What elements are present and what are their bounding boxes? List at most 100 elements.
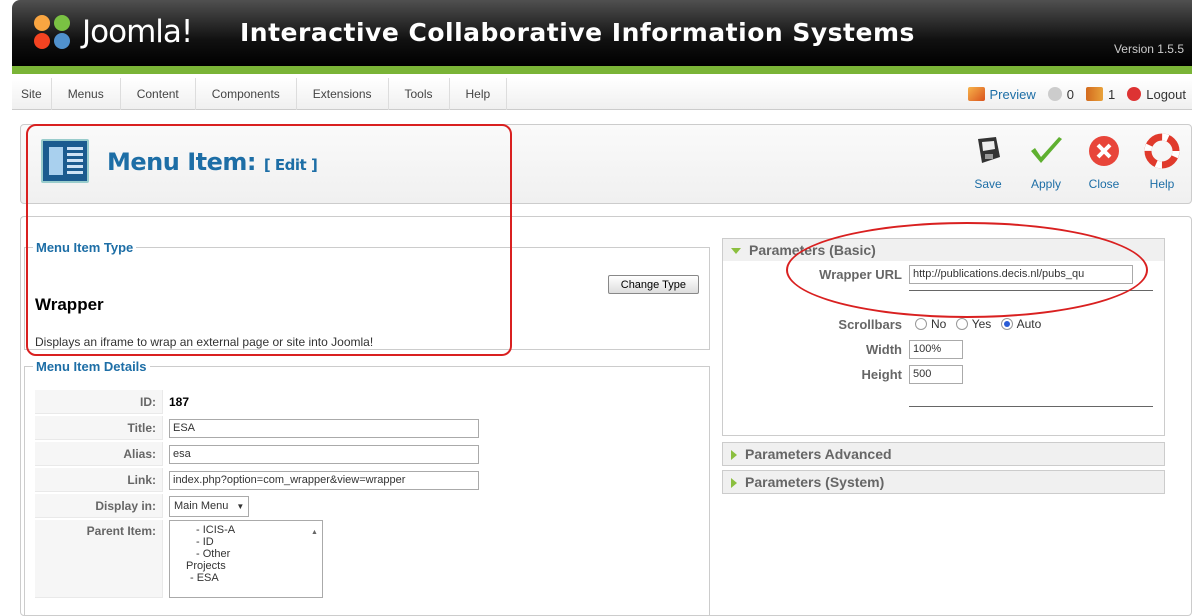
admin-header: Joomla! Interactive Collaborative Inform… xyxy=(12,0,1192,66)
menu-item-type-legend: Menu Item Type xyxy=(36,240,134,255)
menu-item-details-fieldset: Menu Item Details ID: 187 Title: Alias: … xyxy=(24,359,710,616)
id-label: ID: xyxy=(35,390,163,414)
help-button[interactable]: Help xyxy=(1133,133,1191,191)
parameters-basic-title: Parameters (Basic) xyxy=(749,242,876,258)
save-icon xyxy=(970,133,1006,169)
title-input[interactable] xyxy=(169,418,479,438)
logout-link[interactable]: Logout xyxy=(1127,87,1186,102)
scrollbars-row: Scrollbars No Yes Auto xyxy=(724,312,1163,336)
close-icon xyxy=(1086,133,1122,169)
display-in-label: Display in: xyxy=(35,494,163,518)
wrapper-url-label: Wrapper URL xyxy=(819,266,902,282)
site-title: Interactive Collaborative Information Sy… xyxy=(240,18,915,47)
parent-option[interactable]: - Other xyxy=(178,548,314,560)
users-count[interactable]: 1 xyxy=(1086,87,1115,102)
scroll-up-icon[interactable]: ▲ xyxy=(311,527,319,539)
parameters-advanced-panel: Parameters Advanced xyxy=(722,442,1165,466)
scroll-no-label: No xyxy=(931,317,947,331)
parent-item-list[interactable]: - ICIS-A - ID - Other Projects - ESA ▲ xyxy=(169,520,323,598)
menu-components[interactable]: Components xyxy=(196,78,297,110)
parameters-system-panel: Parameters (System) xyxy=(722,470,1165,494)
menu-item-type-fieldset: Menu Item Type Change Type Wrapper Displ… xyxy=(24,240,710,350)
save-button[interactable]: Save xyxy=(959,133,1017,191)
help-label: Help xyxy=(1149,177,1175,191)
collapsed-arrow-icon xyxy=(731,478,737,489)
admin-menubar: Site Menus Content Components Extensions… xyxy=(12,78,1192,110)
scroll-yes-label: Yes xyxy=(971,317,992,331)
preview-label: Preview xyxy=(989,86,1036,102)
link-label: Link: xyxy=(35,468,163,492)
wrapper-url-input[interactable] xyxy=(909,264,1133,284)
parent-option[interactable]: - ICIS-A xyxy=(178,524,314,536)
display-in-select[interactable]: Main Menu ▼ xyxy=(169,495,250,517)
alias-row: Alias: xyxy=(35,442,479,466)
apply-label: Apply xyxy=(1030,177,1062,191)
parent-option[interactable]: Projects xyxy=(178,560,314,572)
parameters-advanced-title: Parameters Advanced xyxy=(745,446,892,462)
message-icon xyxy=(1047,87,1062,101)
parent-option[interactable]: - ESA xyxy=(178,572,314,584)
id-row: ID: 187 xyxy=(35,390,479,414)
height-label: Height xyxy=(861,366,902,382)
scroll-auto-radio[interactable] xyxy=(1000,318,1013,330)
alias-input[interactable] xyxy=(169,444,479,464)
change-type-button[interactable]: Change Type xyxy=(607,275,699,294)
parameters-basic-panel: Parameters (Basic) Wrapper URL Scrollbar… xyxy=(722,238,1165,436)
title-row: Title: xyxy=(35,416,479,440)
save-label: Save xyxy=(974,177,1002,191)
width-input[interactable] xyxy=(909,339,963,359)
close-button[interactable]: Close xyxy=(1075,133,1133,191)
menu-menus[interactable]: Menus xyxy=(52,78,121,110)
display-in-row: Display in: Main Menu ▼ xyxy=(35,494,479,518)
separator-row xyxy=(724,287,1163,311)
page-title: Menu Item: [ Edit ] xyxy=(107,148,318,176)
parameters-system-header[interactable]: Parameters (System) xyxy=(723,471,1164,493)
lifebuoy-icon xyxy=(1144,133,1180,169)
width-row: Width xyxy=(724,337,1163,361)
title-label: Title: xyxy=(35,416,163,440)
menu-item-details-legend: Menu Item Details xyxy=(36,359,147,374)
wrapper-url-row: Wrapper URL xyxy=(724,262,1163,286)
toolbar-buttons: Save Apply Close Help xyxy=(959,133,1191,191)
scroll-yes-radio[interactable] xyxy=(955,318,968,330)
menu-tools[interactable]: Tools xyxy=(389,78,450,110)
users-icon xyxy=(1086,87,1103,101)
toolbar-box: Menu Item: [ Edit ] Save Apply Close Hel… xyxy=(20,124,1192,204)
messages-count[interactable]: 0 xyxy=(1047,86,1074,102)
id-value: 187 xyxy=(169,395,190,409)
menu-content[interactable]: Content xyxy=(121,78,196,110)
scrollbars-label: Scrollbars xyxy=(838,316,902,332)
page-title-action: [ Edit ] xyxy=(263,156,318,174)
divider xyxy=(909,290,1153,291)
joomla-admin-window: Joomla! Interactive Collaborative Inform… xyxy=(0,0,1192,616)
link-row: Link: xyxy=(35,468,479,492)
checkmark-icon xyxy=(1028,133,1064,169)
preview-icon xyxy=(967,87,985,101)
divider xyxy=(909,406,1153,407)
close-label: Close xyxy=(1088,177,1120,191)
joomla-logo-icon xyxy=(32,13,76,51)
page-title-text: Menu Item: xyxy=(107,148,256,176)
menu-item-type-name: Wrapper xyxy=(35,295,104,314)
menu-help[interactable]: Help xyxy=(450,78,508,110)
main-menu: Site Menus Content Components Extensions… xyxy=(12,78,508,110)
parameters-advanced-header[interactable]: Parameters Advanced xyxy=(723,443,1164,465)
scroll-no-radio[interactable] xyxy=(915,318,927,330)
users-value: 1 xyxy=(1108,86,1116,102)
logout-icon xyxy=(1127,87,1142,101)
parent-option[interactable]: - ID xyxy=(178,536,314,548)
messages-value: 0 xyxy=(1066,86,1074,102)
menu-extensions[interactable]: Extensions xyxy=(297,78,389,110)
joomla-logo: Joomla! xyxy=(32,12,193,52)
height-input[interactable] xyxy=(909,364,963,384)
preview-link[interactable]: Preview xyxy=(967,86,1036,102)
menu-site[interactable]: Site xyxy=(12,78,52,110)
header-accent-bar xyxy=(12,66,1192,74)
parameters-basic-header[interactable]: Parameters (Basic) xyxy=(723,239,1164,261)
apply-button[interactable]: Apply xyxy=(1017,133,1075,191)
expanded-arrow-icon xyxy=(731,248,741,255)
link-input[interactable] xyxy=(169,470,479,490)
version-label: Version 1.5.5 xyxy=(1113,42,1184,56)
alias-label: Alias: xyxy=(35,442,163,466)
status-bar: Preview 0 1 Logout xyxy=(967,78,1186,110)
